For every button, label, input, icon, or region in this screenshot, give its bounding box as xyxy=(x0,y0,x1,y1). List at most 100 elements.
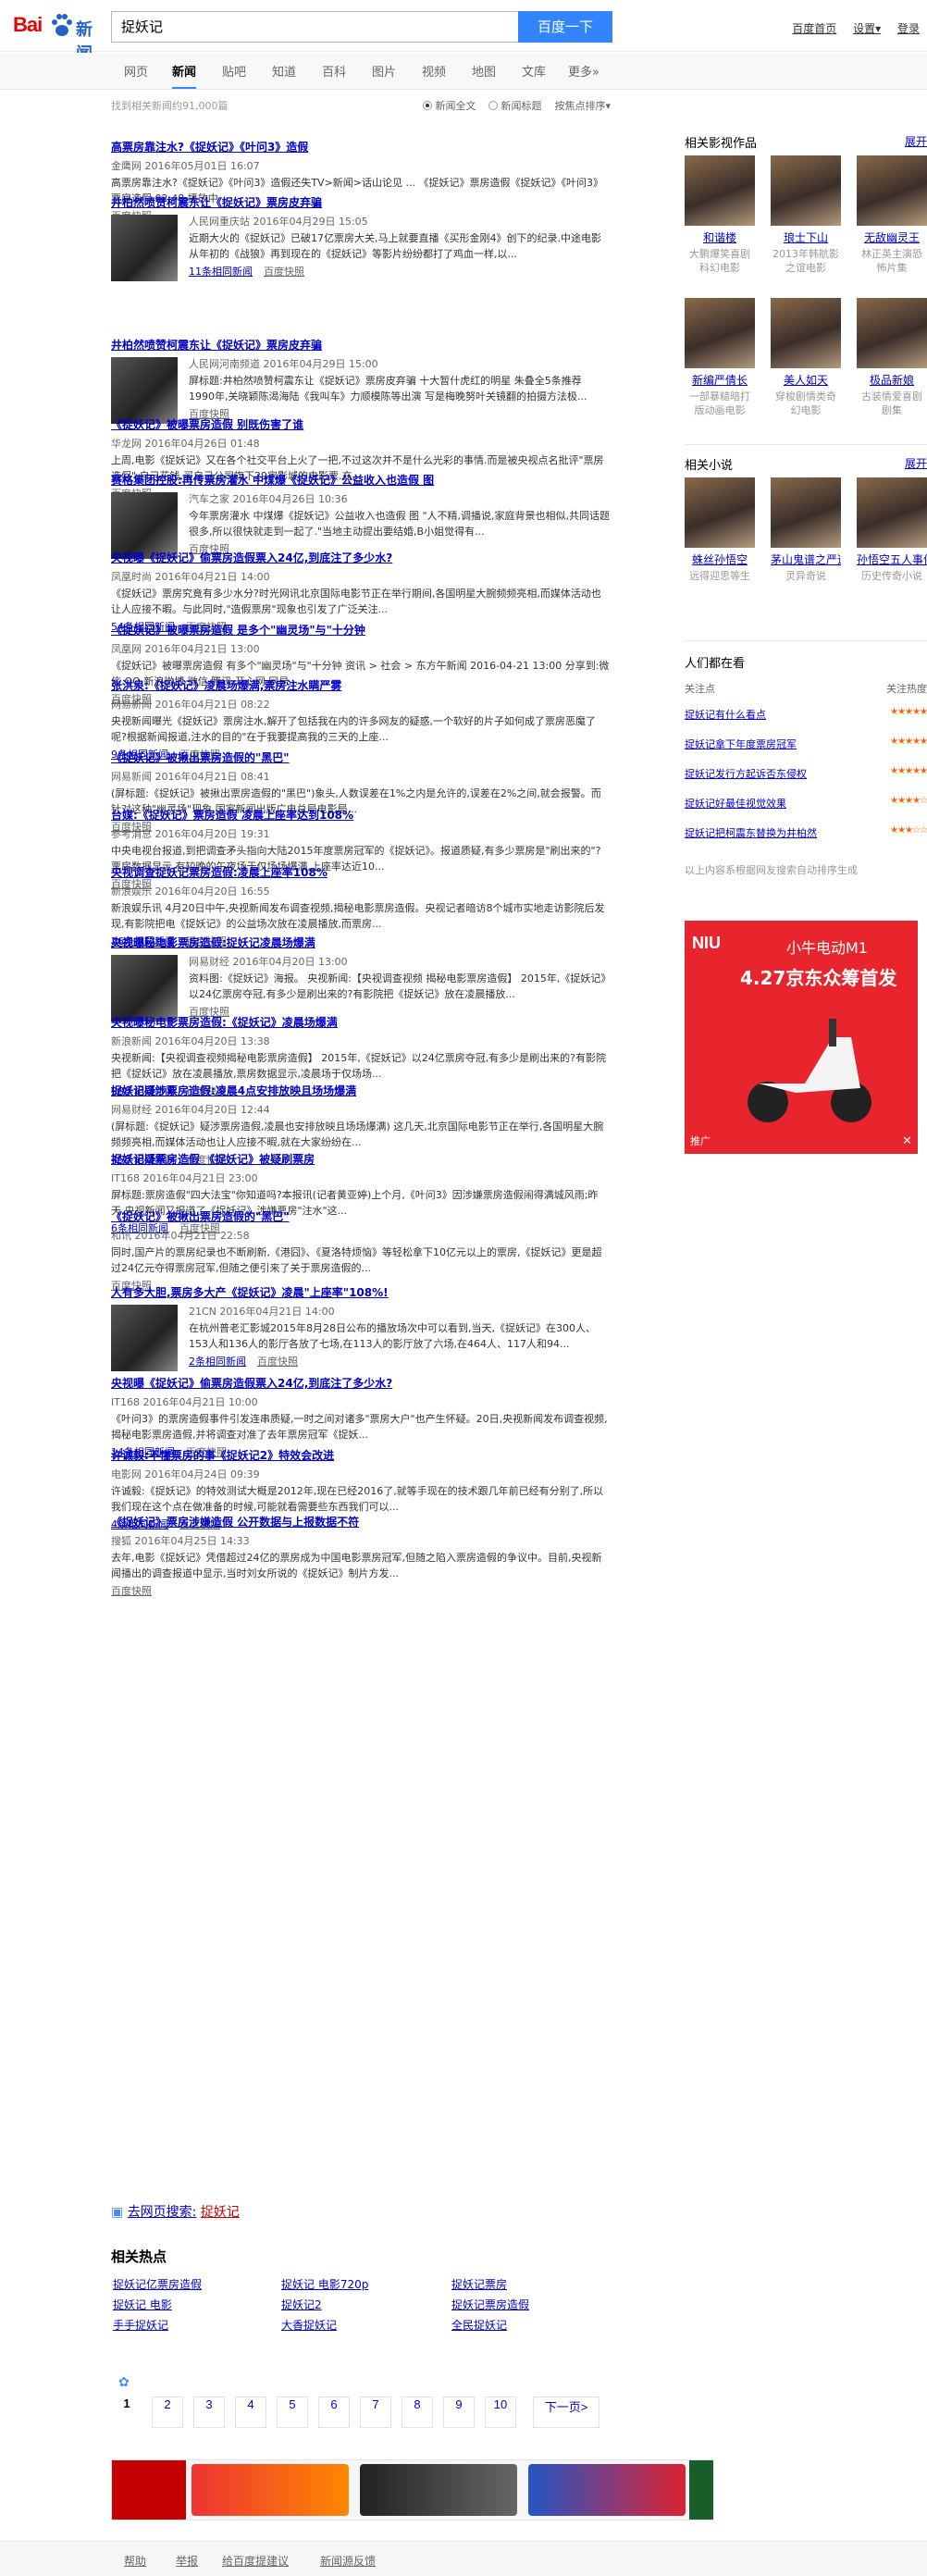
result-title[interactable]: 央视曝秘电影票房造假:《捉妖记》凌晨场爆满 xyxy=(111,1014,611,1030)
result-title[interactable]: 台媒:《捉妖记》票房造假 凌晨上座率达到108% xyxy=(111,807,611,823)
hot-link[interactable]: 捉妖记亿票房造假 xyxy=(113,2276,202,2292)
homepage-link[interactable]: 百度首页 xyxy=(792,22,836,35)
result-summary: 在杭州普老汇影城2015年8月28日公布的播放场次中可以看到,当天,《捉妖记》在… xyxy=(189,1322,596,1350)
tab-more[interactable]: 更多» xyxy=(568,62,599,80)
baidu-news-logo[interactable]: Bai 新闻 xyxy=(13,11,105,64)
footer: 帮助 举报 给百度提建议 新闻源反馈 xyxy=(0,2541,927,2576)
result-source: 和讯 2016年04月21日 22:58 xyxy=(111,1230,250,1242)
next-page-button[interactable]: 下一页> xyxy=(533,2396,599,2428)
result-title[interactable]: 央视调查捉妖记票房造假:凌晨上座率108% xyxy=(111,864,611,880)
movie-card[interactable]: 美人如天 穿梭剧情类奇幻电影 xyxy=(771,298,841,417)
hot-link[interactable]: 手手捉妖记 xyxy=(113,2317,168,2333)
footer-help[interactable]: 帮助 xyxy=(124,2553,146,2569)
footer-source-feedback[interactable]: 新闻源反馈 xyxy=(320,2553,376,2569)
result-title[interactable]: 捉妖记疑票房造假 《捉妖记》被疑刷票房 xyxy=(111,1151,611,1167)
novel-card[interactable]: 蛛丝孙悟空 远得迎思等生 xyxy=(685,477,755,597)
result-thumbnail[interactable] xyxy=(111,955,178,1022)
movies-section-title: 相关影视作品 xyxy=(685,137,758,151)
result-title[interactable]: 赛格集团控股:再传票房灌水 中煤爆《捉妖记》公益收入也造假 图 xyxy=(111,472,611,488)
movie-card[interactable]: 新编严倩长 一部暴糙暗打版动画电影 xyxy=(685,298,755,417)
hot-link[interactable]: 捉妖记2 xyxy=(281,2297,322,2312)
movies-expand-link[interactable]: 展开 xyxy=(905,133,927,149)
hot-link[interactable]: 捉妖记票房造假 xyxy=(451,2297,529,2312)
hot-link[interactable]: 全民捉妖记 xyxy=(451,2317,507,2333)
result-title[interactable]: 许诚毅:不懂票房的事《捉妖记2》特效会改进 xyxy=(111,1447,611,1463)
result-thumbnail[interactable] xyxy=(111,357,178,424)
tab-news[interactable]: 新闻 xyxy=(172,62,197,89)
tab-zhidao[interactable]: 知道 xyxy=(272,62,296,80)
page-link[interactable]: 4 xyxy=(235,2396,266,2428)
result-thumbnail[interactable] xyxy=(111,1305,178,1371)
cache-link[interactable]: 百度快照 xyxy=(257,1356,298,1368)
result-title[interactable]: 央视曝《捉妖记》偷票房造假票入24亿,到底注了多少水? xyxy=(111,1375,611,1391)
page-link[interactable]: 2 xyxy=(152,2396,183,2428)
tab-video[interactable]: 视频 xyxy=(422,62,446,80)
movie-poster xyxy=(771,298,841,368)
hot-link[interactable]: 捉妖记 电影720p xyxy=(281,2276,368,2292)
hot-row[interactable]: 捉妖记发行方起诉否东侵权 ★★★★★ xyxy=(685,766,927,781)
result-title[interactable]: 《捉妖记》被曝票房造假 别既伤害了谁 xyxy=(111,416,611,432)
movie-card[interactable]: 和谐楼 大鹏爆笑喜剧科幻电影 xyxy=(685,155,755,275)
movie-card[interactable]: 无敌幽灵王 林正英主演恐怖片集 xyxy=(857,155,927,275)
hot-link[interactable]: 捉妖记票房 xyxy=(451,2276,507,2292)
movie-card[interactable]: 琅士下山 2013年韩航影之谊电影 xyxy=(771,155,841,275)
page-link[interactable]: 9 xyxy=(443,2396,475,2428)
result-title[interactable]: 《捉妖记》被曝票房造假 是多个"幽灵场"与"十分钟 xyxy=(111,622,611,638)
novel-card[interactable]: 孙悟空五人事件 历史传奇小说 xyxy=(857,477,927,597)
top-bar: Bai 新闻 捉妖记 百度一下 百度首页 设置▾ 登录 xyxy=(0,0,927,64)
tab-images[interactable]: 图片 xyxy=(372,62,396,80)
page-link[interactable]: 7 xyxy=(360,2396,391,2428)
hot-link[interactable]: 捉妖记 电影 xyxy=(113,2297,172,2312)
result-title[interactable]: 井柏然喷赞柯震东让《捉妖记》票房皮弃骗 xyxy=(111,337,611,353)
tab-web[interactable]: 网页 xyxy=(124,62,148,80)
full-text-radio[interactable]: 新闻全文 xyxy=(423,100,476,112)
movie-card[interactable]: 极品新娘 古装情爱喜剧剧集 xyxy=(857,298,927,417)
footer-feedback[interactable]: 给百度提建议 xyxy=(222,2553,289,2569)
result-title[interactable]: 高票房靠注水?《捉妖记》《叶问3》造假 xyxy=(111,139,611,155)
tab-wenku[interactable]: 文库 xyxy=(522,62,546,80)
side-ad[interactable]: NIU 小牛电动M1 4.27京东众筹首发 推广 ✕ xyxy=(685,921,918,1154)
novel-card[interactable]: 茅山鬼谱之严道 灵异奇说 xyxy=(771,477,841,597)
result-title[interactable]: 捉妖记疑涉票房造假:凌晨4点安排放映且场场爆满 xyxy=(111,1083,611,1098)
bottom-ad-banner[interactable] xyxy=(111,2459,713,2520)
tab-tieba[interactable]: 贴吧 xyxy=(222,62,246,80)
cache-link[interactable]: 百度快照 xyxy=(111,1585,152,1597)
result-title[interactable]: 井柏然喷赞柯震东让《捉妖记》票房皮弃骗 xyxy=(111,194,611,210)
result-title[interactable]: 《捉妖记》票房涉嫌造假 公开数据与上报数据不符 xyxy=(111,1514,611,1530)
search-button[interactable]: 百度一下 xyxy=(518,11,612,43)
login-link[interactable]: 登录 xyxy=(897,22,920,35)
hot-row[interactable]: 捉妖记把柯震东替换为井柏然 ★★★☆☆ xyxy=(685,825,927,840)
novel-cover xyxy=(771,477,841,548)
page-link[interactable]: 8 xyxy=(402,2396,433,2428)
novels-expand-link[interactable]: 展开 xyxy=(905,455,927,471)
title-only-radio[interactable]: 新闻标题 xyxy=(488,100,541,112)
search-web-link[interactable]: ▣ 去网页搜索: 捉妖记 xyxy=(111,2202,240,2221)
sort-dropdown[interactable]: 按焦点排序▾ xyxy=(554,100,611,112)
close-icon[interactable]: ✕ xyxy=(902,1133,912,1148)
result-title[interactable]: 《捉妖记》被揪出票房造假的"黑巴" xyxy=(111,1208,611,1224)
tab-map[interactable]: 地图 xyxy=(472,62,496,80)
page-link[interactable]: 5 xyxy=(277,2396,308,2428)
result-title[interactable]: 央视曝秘电影票房造假:捉妖记凌晨场爆满 xyxy=(111,935,611,950)
tab-baike[interactable]: 百科 xyxy=(322,62,346,80)
search-input[interactable]: 捉妖记 xyxy=(111,11,518,43)
hot-row[interactable]: 捉妖记拿下年度票房冠军 ★★★★★ xyxy=(685,737,927,751)
related-news-link[interactable]: 2条相同新闻 xyxy=(189,1356,246,1368)
cache-link[interactable]: 百度快照 xyxy=(264,266,304,278)
page-link[interactable]: 10 xyxy=(485,2396,516,2428)
hot-row[interactable]: 捉妖记好最佳视觉效果 ★★★★☆ xyxy=(685,796,927,811)
result-source: 新浪娱乐 2016年04月20日 16:55 xyxy=(111,886,270,898)
settings-link[interactable]: 设置▾ xyxy=(853,22,881,35)
result-links: 2条相同新闻 百度快照 xyxy=(189,1354,611,1368)
result-title[interactable]: 张洪泉:《捉妖记》凌晨场爆满,票房注水瞒严雾 xyxy=(111,677,611,693)
result-title[interactable]: 央视曝《捉妖记》偷票房造假票入24亿,到底注了多少水? xyxy=(111,550,611,565)
page-link[interactable]: 3 xyxy=(193,2396,225,2428)
result-thumbnail[interactable] xyxy=(111,215,178,281)
result-title[interactable]: 《捉妖记》被揪出票房造假的"黑巴" xyxy=(111,749,611,765)
result-title[interactable]: 人有多大胆,票房多大产《捉妖记》凌晨"上座率"108%! xyxy=(111,1284,611,1300)
hot-row[interactable]: 捉妖记有什么看点 ★★★★★ xyxy=(685,707,927,722)
page-link[interactable]: 6 xyxy=(318,2396,350,2428)
related-news-link[interactable]: 11条相同新闻 xyxy=(189,266,253,278)
footer-report[interactable]: 举报 xyxy=(176,2553,198,2569)
hot-link[interactable]: 大香捉妖记 xyxy=(281,2317,337,2333)
